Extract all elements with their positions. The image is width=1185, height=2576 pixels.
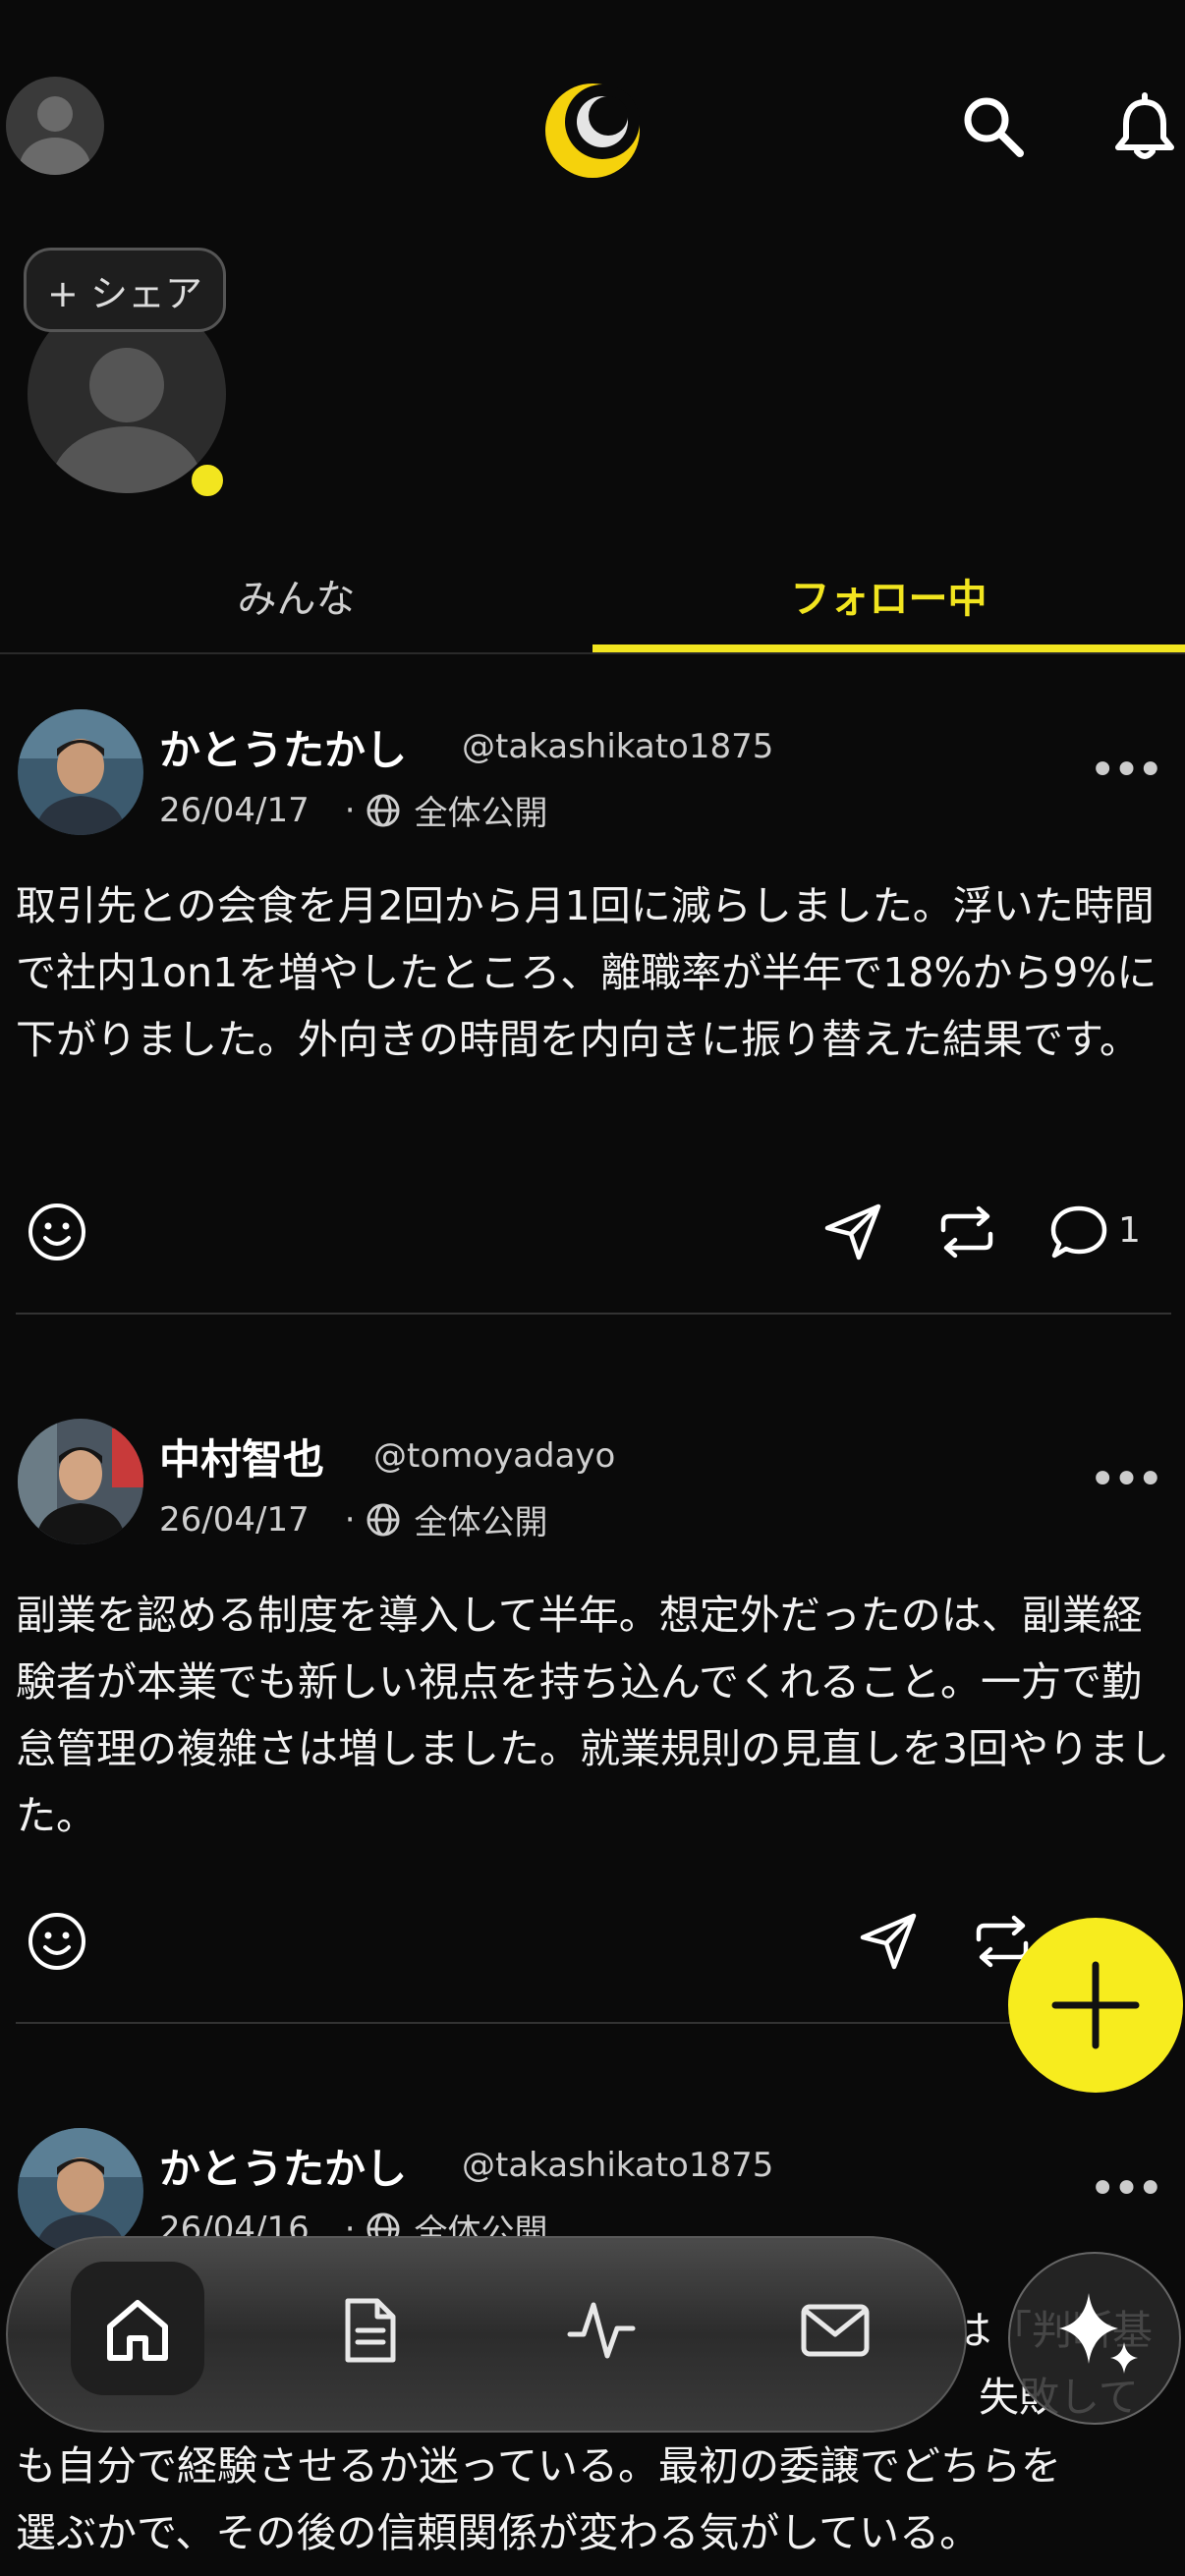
comment-count: 1 [1118,1210,1141,1251]
share-story-button[interactable]: + シェア [24,248,226,332]
profile-avatar[interactable] [6,77,104,175]
post-author-handle[interactable]: @tomoyadayo [373,1436,615,1476]
post-author-name[interactable]: かとうたかし [159,2136,407,2196]
mail-icon[interactable] [800,2295,871,2366]
repost-icon[interactable] [935,1201,998,1263]
globe-icon [367,1503,400,1536]
more-options-icon[interactable]: ••• [1089,1452,1164,1507]
more-options-icon[interactable]: ••• [1089,2161,1164,2216]
post-divider [16,1313,1171,1315]
activity-icon[interactable] [566,2295,637,2366]
more-options-icon[interactable]: ••• [1089,743,1164,798]
document-icon[interactable] [334,2295,405,2366]
post-visibility: 全体公開 [414,794,548,833]
post-author-avatar[interactable] [18,709,143,835]
comment-icon[interactable] [1047,1201,1110,1263]
smile-icon[interactable] [26,1201,88,1263]
active-tab-indicator [592,644,1185,652]
online-status-dot [189,462,226,499]
ai-assistant-button[interactable] [1008,2252,1181,2425]
post-date: 26/04/17 [159,790,310,830]
home-icon[interactable] [102,2295,173,2366]
app-logo-icon[interactable] [540,77,645,181]
post-date: 26/04/17 [159,1499,310,1540]
bell-icon[interactable] [1110,92,1179,161]
post-body-line: 選ぶかで、その後の信頼関係が変わる気がしている。 [16,2509,981,2556]
sparkle-icon [1059,2293,1138,2374]
tab-divider [0,652,1185,654]
post-author-name[interactable]: かとうたかし [159,717,407,777]
post-author-handle[interactable]: @takashikato1875 [462,727,773,766]
post-body: 副業を認める制度を導入して半年。想定外だったのは、副業経験者が本業でも新しい視点… [16,1592,1170,1839]
globe-icon [367,794,400,826]
search-icon[interactable] [959,92,1028,161]
post-meta: 26/04/17 · 全体公開 [159,1495,548,1543]
post-author-name[interactable]: 中村智也 [159,1427,324,1486]
post-body-line: も自分で経験させるか迷っている。最初の委譲でどちらを [16,2442,1061,2490]
send-icon[interactable] [821,1201,884,1263]
smile-icon[interactable] [26,1910,88,1973]
send-icon[interactable] [857,1910,920,1973]
tab-everyone[interactable]: みんな [0,540,592,650]
tab-following[interactable]: フォロー中 [592,540,1185,650]
post-body: 取引先との会食を月2回から月1回に減らしました。浮いた時間で社内1on1を増やし… [16,882,1157,1063]
post-author-avatar[interactable] [18,1419,143,1544]
compose-button[interactable] [1008,1918,1183,2093]
post-divider [16,2022,1171,2024]
post-author-handle[interactable]: @takashikato1875 [462,2146,773,2185]
post-meta: 26/04/17 · 全体公開 [159,786,548,834]
post-author-avatar[interactable] [18,2128,143,2254]
post-visibility: 全体公開 [414,1503,548,1542]
